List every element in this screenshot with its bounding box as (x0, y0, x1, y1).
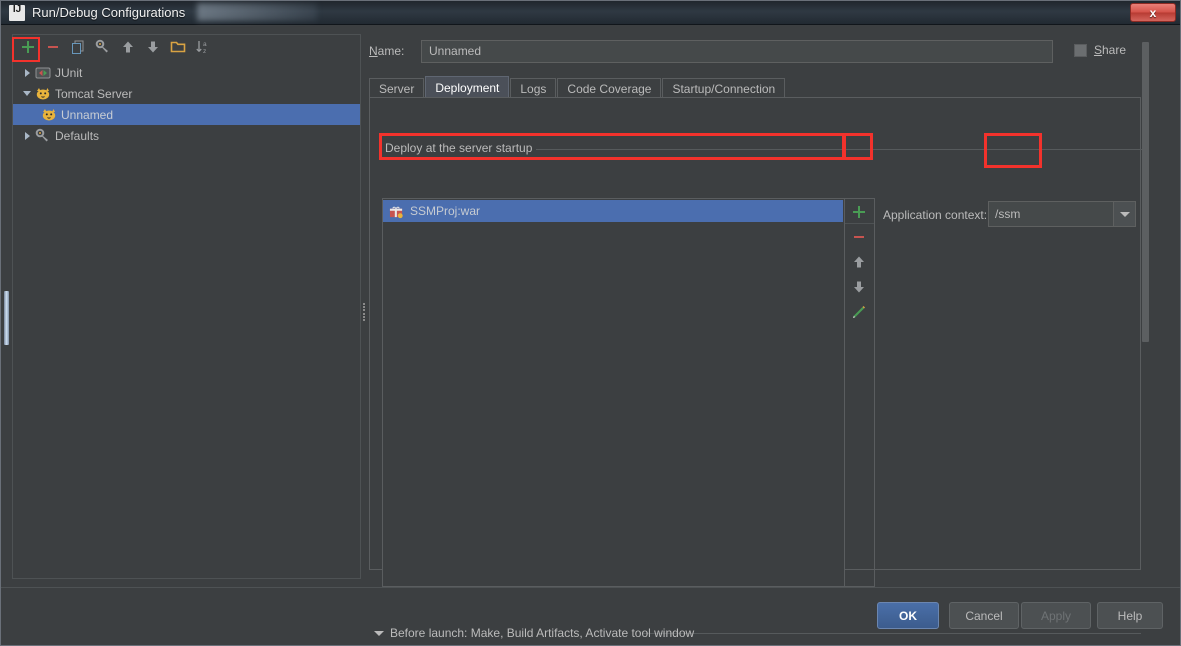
artifact-label: SSMProj:war (410, 204, 481, 218)
move-up-button[interactable] (120, 39, 136, 55)
tree-node-label: JUnit (55, 65, 83, 80)
tree-node-label: Defaults (55, 128, 100, 143)
close-icon[interactable]: x (1130, 3, 1176, 22)
toolbar-separator (845, 223, 874, 224)
svg-text:a: a (203, 41, 207, 48)
configurations-panel: a z JUnit Tomcat Server Unnamed Defaults (12, 34, 361, 579)
dialog-left-scrollbar[interactable] (2, 26, 11, 581)
remove-configuration-button[interactable] (45, 39, 61, 55)
window-title: Run/Debug Configurations (32, 5, 186, 20)
add-configuration-button[interactable] (20, 39, 36, 55)
war-artifact-icon (389, 206, 403, 218)
junit-icon (35, 67, 51, 78)
editor-scrollbar[interactable] (1140, 34, 1151, 579)
title-bar: Run/Debug Configurations x (1, 1, 1180, 25)
deploy-group-title: Deploy at the server startup (381, 141, 537, 155)
chevron-right-icon[interactable] (19, 131, 35, 140)
tomcat-icon (36, 87, 50, 99)
share-checkbox-label: Share (1093, 43, 1126, 57)
move-artifact-down-button[interactable] (845, 274, 873, 299)
tab-deployment[interactable]: Deployment (425, 76, 510, 98)
configuration-tabs: Server Deployment Logs Code Coverage Sta… (369, 76, 786, 98)
panel-splitter-handle[interactable] (361, 301, 366, 323)
move-down-button[interactable] (145, 39, 161, 55)
configurations-tree: JUnit Tomcat Server Unnamed Defaults (13, 62, 360, 146)
deployment-artifact-row[interactable]: SSMProj:war (383, 200, 843, 222)
run-debug-configurations-dialog: Run/Debug Configurations x (0, 0, 1181, 646)
configuration-editor: Name: Share Server Deployment Logs Code … (369, 34, 1152, 640)
share-checkbox-box[interactable] (1073, 43, 1087, 57)
dialog-footer: OK Cancel Apply Help (1, 587, 1180, 645)
tree-node-tomcat-server[interactable]: Tomcat Server (13, 83, 360, 104)
title-bar-blur-artifact (197, 3, 317, 21)
move-artifact-up-button[interactable] (845, 249, 873, 274)
remove-artifact-button[interactable] (845, 224, 873, 249)
copy-configuration-button[interactable] (70, 39, 86, 55)
tree-node-defaults[interactable]: Defaults (13, 125, 360, 146)
editor-scrollbar-thumb[interactable] (1142, 42, 1149, 342)
deployment-artifacts-list[interactable] (382, 198, 845, 587)
tree-node-label: Tomcat Server (55, 86, 133, 101)
tab-logs[interactable]: Logs (510, 78, 557, 98)
apply-button[interactable]: Apply (1021, 602, 1091, 629)
svg-text:z: z (203, 48, 206, 55)
name-label: Name: (369, 44, 405, 58)
name-input[interactable] (421, 39, 1053, 63)
add-artifact-button[interactable] (845, 199, 873, 224)
artifact-side-toolbar (845, 198, 875, 587)
sort-alphabetical-icon[interactable]: a z (195, 39, 211, 55)
tab-server[interactable]: Server (369, 78, 425, 98)
configurations-toolbar: a z (13, 35, 360, 59)
chevron-down-icon[interactable] (19, 91, 35, 96)
intellij-idea-icon (9, 4, 25, 21)
tree-node-unnamed[interactable]: Unnamed (13, 104, 360, 125)
tab-startup-connection[interactable]: Startup/Connection (662, 78, 786, 98)
tree-node-label: Unnamed (61, 107, 114, 122)
chevron-down-icon[interactable] (1113, 202, 1135, 226)
dialog-left-scrollbar-thumb[interactable] (4, 291, 9, 345)
deployment-tab-panel: Deploy at the server startup SSMProj:war (369, 97, 1142, 640)
tab-code-coverage[interactable]: Code Coverage (557, 78, 662, 98)
ok-button[interactable]: OK (877, 602, 939, 629)
save-configuration-button[interactable] (95, 39, 111, 55)
help-button[interactable]: Help (1097, 602, 1163, 629)
tomcat-icon (42, 108, 56, 120)
create-folder-button[interactable] (170, 39, 186, 55)
wrench-icon (35, 128, 48, 141)
tree-node-junit[interactable]: JUnit (13, 62, 360, 83)
application-context-combobox[interactable]: /ssm (988, 201, 1136, 227)
chevron-right-icon[interactable] (19, 68, 35, 77)
edit-artifact-button[interactable] (845, 299, 873, 324)
name-row: Name: (369, 39, 1152, 63)
application-context-value[interactable]: /ssm (989, 207, 1113, 221)
share-checkbox[interactable]: Share (1073, 43, 1126, 57)
application-context-label: Application context: (883, 208, 988, 222)
cancel-button[interactable]: Cancel (949, 602, 1019, 629)
